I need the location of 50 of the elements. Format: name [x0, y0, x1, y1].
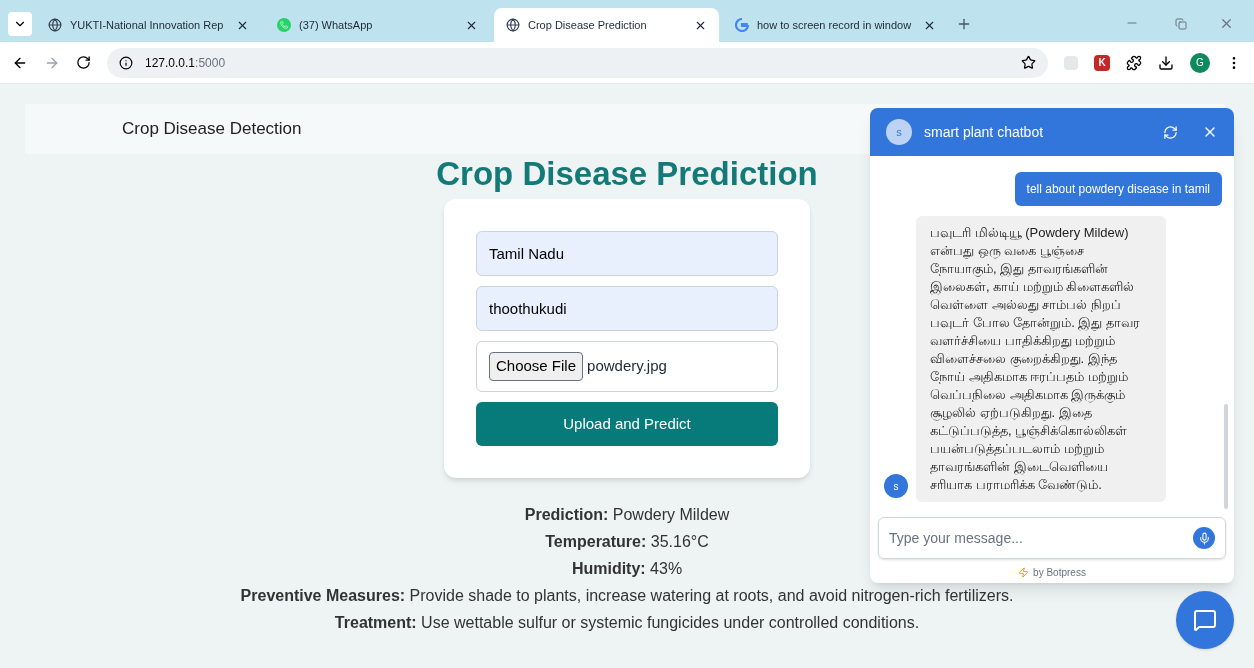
- new-tab-icon[interactable]: [956, 16, 972, 32]
- info-icon[interactable]: [119, 55, 133, 70]
- globe-icon: [48, 18, 62, 32]
- tab-title: how to screen record in window: [757, 17, 913, 33]
- message-field[interactable]: Type your message...: [889, 527, 1193, 549]
- lightning-icon: [1018, 566, 1030, 578]
- text-field[interactable]: Tamil Nadu: [476, 231, 778, 276]
- profile-avatar[interactable]: G: [1190, 52, 1210, 73]
- chat-title: smart plant chatbot: [924, 122, 1045, 142]
- browser-tab[interactable]: YUKTI-National Innovation Rep: [36, 8, 261, 42]
- browser-tab[interactable]: Crop Disease Prediction: [494, 8, 719, 42]
- g-logo-icon: [735, 18, 749, 32]
- browser-tab[interactable]: how to screen record in window: [723, 8, 948, 42]
- download-icon[interactable]: [1158, 54, 1174, 71]
- browser-tab[interactable]: (37) WhatsApp: [265, 8, 490, 42]
- phone-icon: [277, 18, 291, 32]
- extension-letter[interactable]: K: [1094, 54, 1110, 71]
- tab-title: Crop Disease Prediction: [528, 17, 648, 33]
- close-window-icon[interactable]: [1219, 16, 1234, 31]
- result-line: Temperature: 35.16°C: [545, 532, 709, 552]
- chat-bubble-icon: [1193, 608, 1217, 632]
- powered-by-text[interactable]: by Botpress: [1033, 564, 1086, 580]
- user-message: tell about powdery disease in tamil: [1014, 172, 1222, 206]
- upload-predict-button[interactable]: Upload and Predict: [476, 402, 778, 446]
- reload-icon[interactable]: [76, 55, 91, 70]
- choose-file-button[interactable]: Choose File: [489, 352, 584, 381]
- brand-title[interactable]: Crop Disease Detection: [122, 116, 302, 142]
- file-name: powdery.jpg: [587, 356, 667, 377]
- globe-icon: [506, 18, 520, 32]
- tab-list-button[interactable]: [8, 12, 32, 36]
- puzzle-icon[interactable]: [1126, 54, 1142, 71]
- bot-avatar: s: [884, 474, 908, 498]
- result-line: Preventive Measures: Provide shade to plants, increase watering at roots, and avoid nitrogen-rich fertilizers.: [240, 586, 1014, 606]
- chat-avatar: s: [886, 119, 912, 145]
- text-field[interactable]: thoothukudi: [476, 286, 778, 331]
- page-title: Crop Disease Prediction: [436, 154, 818, 194]
- address-bar[interactable]: 127.0.0.1:5000: [107, 47, 1048, 78]
- message-box[interactable]: Type your message...: [878, 517, 1226, 559]
- microphone-icon[interactable]: [1193, 527, 1215, 549]
- tab-title: YUKTI-National Innovation Rep: [70, 17, 225, 33]
- result-line: Treatment: Use wettable sulfur or systemic fungicides under controlled conditions.: [334, 613, 920, 633]
- result-line: Prediction: Powdery Mildew: [524, 505, 730, 525]
- refresh-icon[interactable]: [1163, 124, 1178, 140]
- bookmark-star-icon[interactable]: [1021, 55, 1036, 70]
- chat-launcher-button[interactable]: [1176, 591, 1234, 649]
- tab-title: (37) WhatsApp: [299, 17, 374, 33]
- bot-message: பவுடரி மில்டியூ (Powdery Mildew) என்பது ஒரு வகை பூஞ்சை நோயாகும், இது தாவரங்களின் இலைகள், காய் மற்றும் கிளைகளில் வெள்ளை அல்லது சாம்பல் நிறப் பவுடர் போல தோன்றும். இது தாவர வளர்ச்சியை பாதிக்கிறது மற்றும் விளைச்சலை குறைக்கிறது. இந்த நோய் அதிகமாக ஈரப்பதம் மற்றும் வெப்பநிலை அதிகமாக இருக்கும் சூழலில் ஏற்படுகிறது. இதை கட்டுப்படுத்த, பூஞ்சிக்கொல்லிகள் பயன்படுத்தப்படலாம் மற்றும் தாவரங்களின் இடைவெளியை சரியாக பராமரிக்க வேண்டும்.: [916, 216, 1166, 502]
- url-text: 127.0.0.1:5000: [145, 54, 226, 72]
- result-line: Humidity: 43%: [571, 559, 683, 579]
- file-field[interactable]: Choose File powdery.jpg: [476, 341, 778, 392]
